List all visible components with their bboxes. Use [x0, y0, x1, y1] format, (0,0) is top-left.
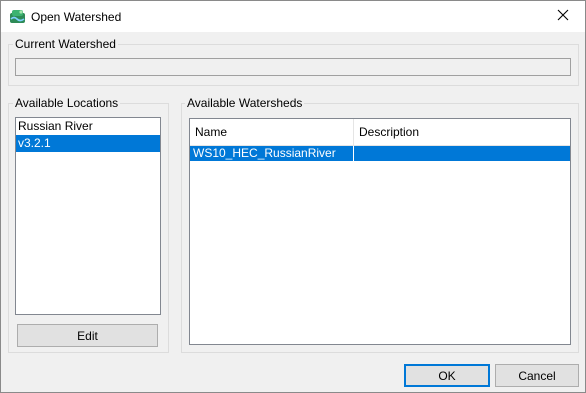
table-cell-name: WS10_HEC_RussianRiver: [190, 146, 354, 161]
available-watersheds-label: Available Watersheds: [185, 96, 305, 110]
table-row[interactable]: WS10_HEC_RussianRiver: [190, 146, 570, 161]
column-header-name[interactable]: Name: [190, 119, 354, 145]
close-icon: [557, 9, 569, 24]
title-bar: Open Watershed: [1, 1, 585, 32]
locations-list[interactable]: Russian River v3.2.1: [15, 117, 161, 315]
table-header: Name Description: [190, 119, 570, 146]
ok-button[interactable]: OK: [404, 364, 490, 387]
close-button[interactable]: [541, 1, 585, 32]
current-watershed-label: Current Watershed: [13, 37, 118, 51]
cancel-button[interactable]: Cancel: [495, 364, 579, 387]
watershed-app-icon: [9, 8, 26, 25]
window-title: Open Watershed: [31, 10, 122, 24]
current-watershed-field: [15, 58, 571, 76]
list-item[interactable]: v3.2.1: [16, 135, 160, 152]
open-watershed-dialog: Open Watershed Current Watershed Availab…: [0, 0, 586, 393]
edit-button[interactable]: Edit: [17, 324, 158, 347]
table-cell-description: [354, 146, 570, 161]
watersheds-table[interactable]: Name Description WS10_HEC_RussianRiver: [189, 118, 571, 345]
column-header-description[interactable]: Description: [354, 119, 570, 145]
list-item[interactable]: Russian River: [16, 118, 160, 135]
available-locations-label: Available Locations: [13, 96, 121, 110]
